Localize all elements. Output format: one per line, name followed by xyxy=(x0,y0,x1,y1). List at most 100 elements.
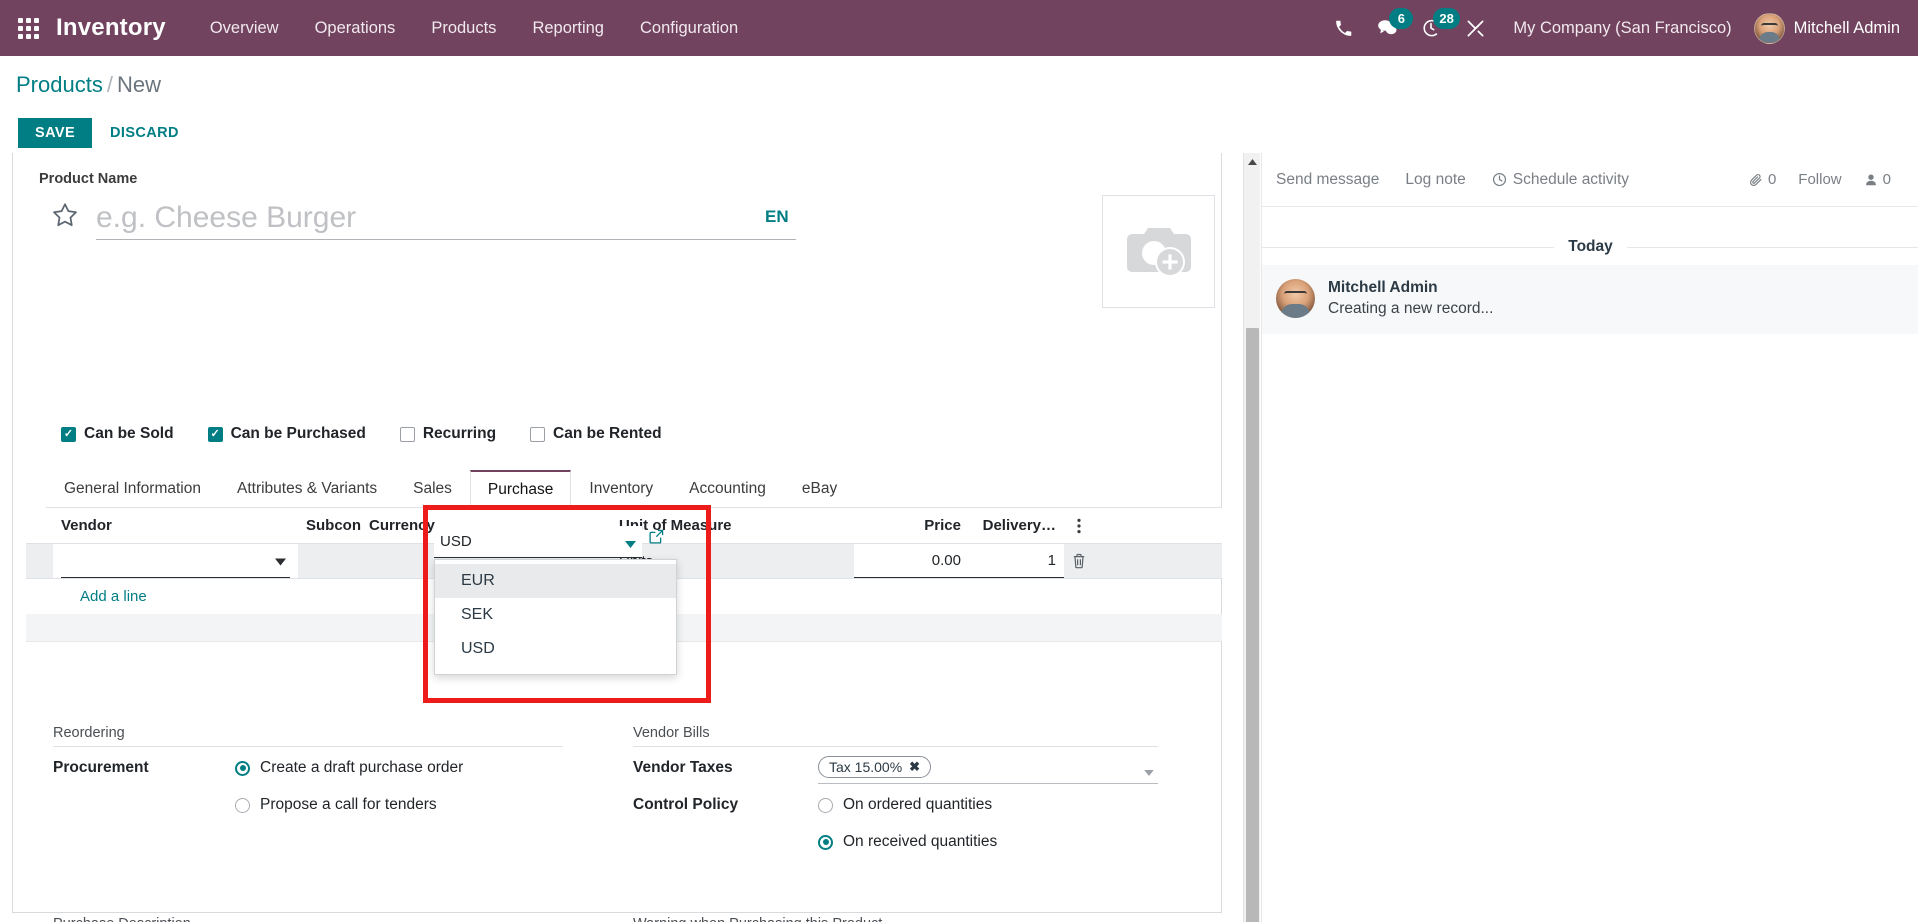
user-menu[interactable]: Mitchell Admin xyxy=(1748,12,1904,44)
scroll-up-arrow-icon[interactable] xyxy=(1244,153,1261,170)
checkbox-can-be-purchased[interactable]: Can be Purchased xyxy=(207,425,366,443)
radio-dot-call-for-tenders[interactable] xyxy=(235,797,250,813)
trash-icon[interactable] xyxy=(1064,544,1094,578)
follow-button[interactable]: Follow xyxy=(1798,171,1841,188)
discard-button[interactable]: DISCARD xyxy=(98,118,191,148)
cell-subcontractor[interactable] xyxy=(298,544,361,578)
form-notebook-tabs: General Information Attributes & Variant… xyxy=(46,470,1222,508)
checkbox-label-rented: Can be Rented xyxy=(553,425,662,442)
attachments-counter[interactable]: 0 xyxy=(1749,171,1776,188)
tag-label: Tax 15.00% xyxy=(829,759,903,775)
tag-vendor-tax[interactable]: Tax 15.00% ✖ xyxy=(818,756,932,778)
phone-icon[interactable] xyxy=(1321,0,1365,56)
internal-link-icon[interactable] xyxy=(649,529,664,549)
schedule-activity-label: Schedule activity xyxy=(1512,170,1630,188)
save-button[interactable]: SAVE xyxy=(18,118,93,148)
th-delivery-lead-time: Delivery… xyxy=(982,517,1056,534)
apps-grid-icon[interactable] xyxy=(0,0,56,56)
tab-general-information[interactable]: General Information xyxy=(46,470,219,507)
navbar-right-cluster: 6 28 My Company (San Francisco) Mitchell… xyxy=(1321,0,1918,56)
clock-icon xyxy=(1492,172,1506,187)
radio-on-received-quantities[interactable]: On received quantities xyxy=(818,833,997,851)
nav-item-reporting[interactable]: Reporting xyxy=(514,0,622,56)
radio-label-on-received: On received quantities xyxy=(843,833,998,850)
chatter-divider xyxy=(1262,206,1918,207)
checkbox-recurring[interactable]: Recurring xyxy=(399,425,497,443)
th-price: Price xyxy=(924,517,961,534)
tab-sales[interactable]: Sales xyxy=(395,470,470,507)
nav-item-operations[interactable]: Operations xyxy=(297,0,414,56)
checkbox-box-purchased[interactable] xyxy=(207,426,223,442)
vertical-scrollbar[interactable] xyxy=(1243,153,1260,922)
radio-propose-call-for-tenders[interactable]: Propose a call for tenders xyxy=(235,796,437,814)
radio-on-ordered-quantities[interactable]: On ordered quantities xyxy=(818,796,992,814)
nav-item-configuration[interactable]: Configuration xyxy=(622,0,756,56)
star-icon[interactable] xyxy=(51,201,79,234)
radio-label-on-ordered: On ordered quantities xyxy=(843,796,993,813)
tab-accounting[interactable]: Accounting xyxy=(671,470,784,507)
breadcrumb-current: New xyxy=(116,72,161,97)
radio-create-draft-purchase-order[interactable]: Create a draft purchase order xyxy=(235,759,463,777)
company-switcher[interactable]: My Company (San Francisco) xyxy=(1497,19,1747,38)
checkbox-box-rented[interactable] xyxy=(530,426,546,442)
followers-counter[interactable]: 0 xyxy=(1864,171,1905,188)
currency-option-sek[interactable]: SEK xyxy=(435,598,676,632)
currency-option-usd[interactable]: USD xyxy=(435,632,676,666)
tab-ebay[interactable]: eBay xyxy=(784,470,855,507)
vertical-dots-icon[interactable] xyxy=(1064,518,1094,534)
checkbox-can-be-rented[interactable]: Can be Rented xyxy=(530,425,662,443)
product-image-upload[interactable] xyxy=(1102,195,1215,308)
chatter-panel: Send message Log note Schedule activity … xyxy=(1261,153,1918,922)
vendor-field[interactable] xyxy=(61,544,290,578)
product-name-input[interactable] xyxy=(96,196,796,240)
currency-field-editor[interactable] xyxy=(434,526,642,558)
message-author-name: Mitchell Admin xyxy=(1328,279,1438,296)
vendor-taxes-chevron-down-icon[interactable] xyxy=(1144,763,1154,781)
app-brand-title[interactable]: Inventory xyxy=(56,14,166,42)
label-procurement: Procurement xyxy=(53,759,149,776)
messages-icon[interactable]: 6 xyxy=(1365,0,1414,56)
radio-dot-draft-po[interactable] xyxy=(235,760,250,776)
row-drag-handle[interactable] xyxy=(26,544,53,578)
breadcrumb-separator: / xyxy=(106,72,113,97)
cell-delivery-lead-time[interactable]: 1 xyxy=(969,544,1064,578)
radio-dot-on-ordered[interactable] xyxy=(818,797,833,813)
currency-input[interactable] xyxy=(434,533,604,550)
currency-dropdown-list[interactable]: EUR SEK USD xyxy=(434,559,677,675)
vendor-taxes-field[interactable]: Tax 15.00% ✖ xyxy=(818,754,1158,784)
tab-purchase[interactable]: Purchase xyxy=(469,470,572,508)
top-navbar: Inventory Overview Operations Products R… xyxy=(0,0,1918,56)
checkbox-label-recurring: Recurring xyxy=(422,425,497,442)
chatter-day-separator: Today xyxy=(1262,238,1918,256)
currency-chevron-down-icon[interactable] xyxy=(625,535,636,553)
tab-inventory[interactable]: Inventory xyxy=(571,470,671,507)
cell-vendor[interactable] xyxy=(53,544,298,578)
nav-item-overview[interactable]: Overview xyxy=(192,0,297,56)
product-name-language-badge[interactable]: EN xyxy=(765,207,789,227)
chatter-message: Mitchell Admin Creating a new record... xyxy=(1262,265,1918,334)
radio-dot-on-received[interactable] xyxy=(818,834,833,850)
tools-icon[interactable] xyxy=(1453,0,1497,56)
send-message-button[interactable]: Send message xyxy=(1276,171,1379,189)
remove-tag-icon[interactable]: ✖ xyxy=(909,759,920,775)
message-body: Creating a new record... xyxy=(1328,300,1494,317)
add-a-line-button[interactable]: Add a line xyxy=(26,579,147,614)
checkbox-can-be-sold[interactable]: Can be Sold xyxy=(61,425,174,443)
currency-option-eur[interactable]: EUR xyxy=(435,564,676,598)
schedule-activity-button[interactable]: Schedule activity xyxy=(1492,171,1629,189)
tab-attributes-variants[interactable]: Attributes & Variants xyxy=(219,470,395,507)
breadcrumb-products[interactable]: Products xyxy=(16,72,103,97)
cell-price[interactable]: 0.00 xyxy=(854,544,969,578)
day-separator-label: Today xyxy=(1568,238,1613,255)
checkbox-box-sold[interactable] xyxy=(61,426,76,442)
scrollbar-thumb[interactable] xyxy=(1246,328,1259,922)
camera-add-icon xyxy=(1126,227,1191,277)
th-vendor: Vendor xyxy=(61,517,112,534)
day-separator-line-right xyxy=(1626,246,1918,248)
nav-item-products[interactable]: Products xyxy=(413,0,514,56)
log-note-button[interactable]: Log note xyxy=(1405,171,1465,189)
checkbox-label-sold: Can be Sold xyxy=(84,425,174,442)
checkbox-box-recurring[interactable] xyxy=(399,426,415,442)
chevron-down-icon[interactable] xyxy=(275,552,286,569)
activities-clock-icon[interactable]: 28 xyxy=(1409,0,1460,56)
